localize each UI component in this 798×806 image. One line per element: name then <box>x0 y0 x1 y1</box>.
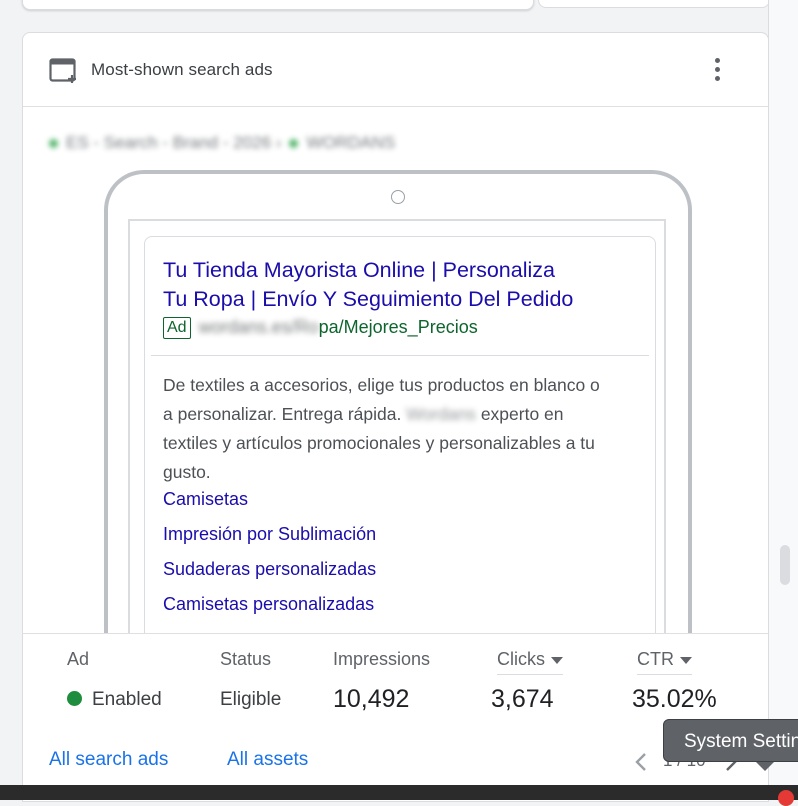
ad-state: Enabled <box>67 689 162 711</box>
chevron-left-icon[interactable] <box>633 752 649 772</box>
ad-metrics-panel: Ad Enabled Status Eligible Impressions 1… <box>23 633 768 801</box>
impressions-column-label: Impressions <box>333 649 431 669</box>
ad-state-text: Enabled <box>92 689 162 710</box>
system-settings-tooltip: System Settings <box>663 719 798 762</box>
clicks-sort-header[interactable]: Clicks <box>497 649 563 675</box>
ad-divider <box>151 355 649 356</box>
sitelink[interactable]: Camisetas <box>163 487 376 522</box>
most-shown-search-ads-card: Most-shown search ads ES - Search - Bran… <box>22 32 769 802</box>
tooltip-arrow <box>756 762 774 771</box>
phone-camera-icon <box>391 190 405 204</box>
ad-preview: Tu Tienda Mayorista Online | Personaliza… <box>144 236 656 658</box>
ad-column-label: Ad <box>67 649 90 669</box>
side-scroll-area <box>768 0 798 800</box>
enabled-status-icon <box>67 691 82 706</box>
ad-display-url: Ad wordans.es/Ropa/Mejores_Precios <box>163 317 478 339</box>
clicks-column-label: Clicks <box>497 649 545 669</box>
ctr-value: 35.02% <box>632 685 717 713</box>
ad-headline-line2: Tu Ropa | Envío Y Seguimiento Del Pedido <box>163 287 574 311</box>
ad-description-brand: Wordans <box>406 404 476 424</box>
dropdown-caret-icon <box>680 656 692 664</box>
adgroup-status-dot <box>289 139 299 149</box>
dropdown-caret-icon <box>551 656 563 664</box>
sitelink[interactable]: Impresión por Sublimación <box>163 522 376 557</box>
taskbar <box>0 785 798 800</box>
sitelink[interactable]: Camisetas personalizadas <box>163 592 376 627</box>
ad-url-path: pa/Mejores_Precios <box>318 317 478 337</box>
ad-url-domain: wordans.es/Ro <box>198 317 319 337</box>
sitelink[interactable]: Sudaderas personalizadas <box>163 557 376 592</box>
ctr-column-label: CTR <box>637 649 674 669</box>
campaign-breadcrumb: ES - Search - Brand - 2026 › WORDANS <box>49 133 395 153</box>
clicks-value: 3,674 <box>491 685 554 713</box>
card-title: Most-shown search ads <box>91 60 273 79</box>
all-search-ads-link[interactable]: All search ads <box>49 749 168 771</box>
ad-headline-line1: Tu Tienda Mayorista Online | Personaliza <box>163 258 555 282</box>
ad-headline[interactable]: Tu Tienda Mayorista Online | Personaliza… <box>163 256 643 314</box>
card-header: Most-shown search ads <box>23 33 768 107</box>
ctr-sort-header[interactable]: CTR <box>637 649 692 675</box>
all-assets-link[interactable]: All assets <box>227 749 308 771</box>
breadcrumb-adgroup: WORDANS <box>306 133 396 152</box>
breadcrumb-campaign: ES - Search - Brand - 2026 <box>66 133 272 152</box>
ad-description: De textiles a accesorios, elige tus prod… <box>163 371 603 487</box>
impressions-value: 10,492 <box>333 685 410 713</box>
more-options-icon[interactable] <box>711 56 725 84</box>
notification-badge-icon[interactable] <box>778 790 794 806</box>
previous-card <box>22 0 534 10</box>
status-value: Eligible <box>220 689 282 710</box>
ad-badge: Ad <box>163 317 191 339</box>
campaign-status-dot <box>49 139 58 149</box>
status-column-label: Status <box>220 649 272 669</box>
add-window-icon <box>49 58 76 83</box>
ad-sitelinks: Camisetas Impresión por Sublimación Suda… <box>163 487 376 627</box>
adjacent-card <box>538 0 770 8</box>
scrollbar-thumb[interactable] <box>780 545 790 585</box>
